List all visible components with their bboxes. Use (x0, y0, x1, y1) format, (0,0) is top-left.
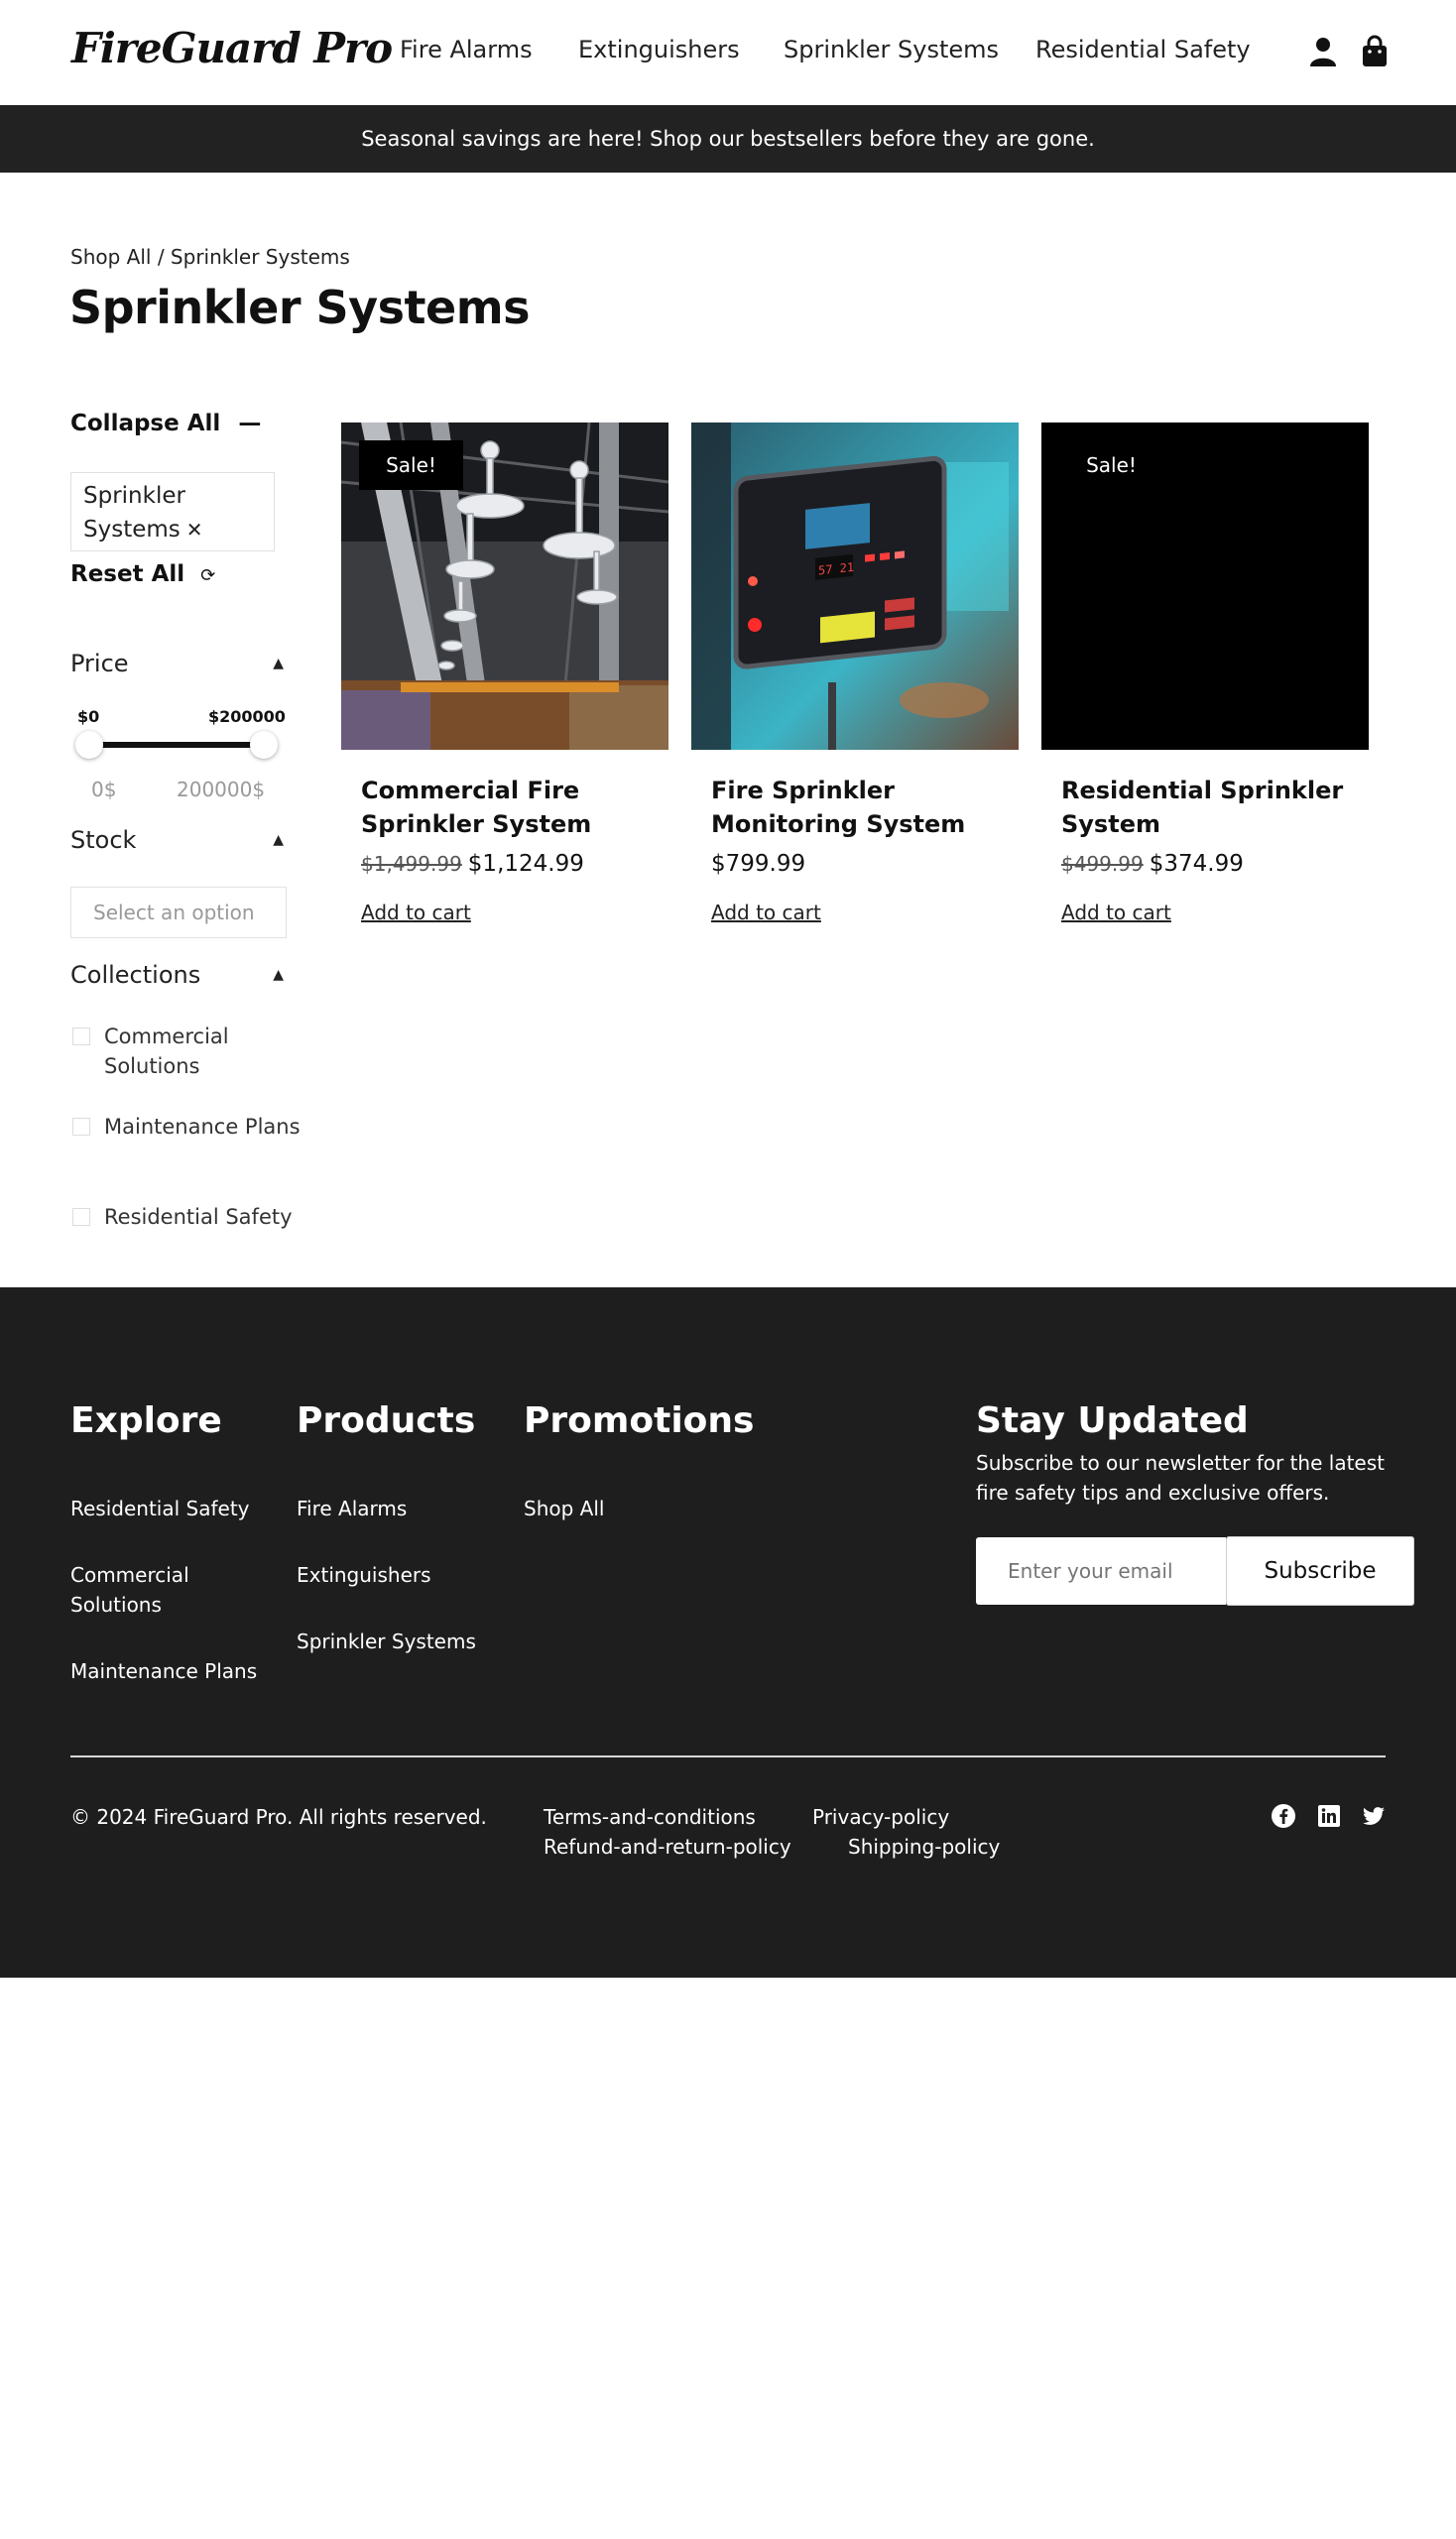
chevron-up-icon: ▲ (273, 967, 284, 983)
nav-extinguishers[interactable]: Extinguishers (578, 36, 740, 63)
add-to-cart-link[interactable]: Add to cart (1061, 901, 1171, 924)
twitter-icon[interactable] (1361, 1803, 1387, 1829)
price-min-handle[interactable] (75, 731, 103, 759)
product-price: $499.99 $374.99 (1061, 851, 1244, 877)
footer-link[interactable]: Commercial Solutions (70, 1560, 229, 1620)
refresh-icon: ⟳ (200, 565, 216, 586)
footer-link[interactable]: Extinguishers (297, 1560, 495, 1590)
collections-filter-toggle[interactable]: Collections ▲ (70, 961, 284, 989)
add-to-cart-link[interactable]: Add to cart (711, 901, 821, 924)
price-range-track[interactable] (87, 742, 264, 748)
footer-divider (70, 1755, 1386, 1757)
announcement-bar: Seasonal savings are here! Shop our best… (0, 105, 1456, 173)
chevron-up-icon: ▲ (273, 656, 284, 671)
price-filter-toggle[interactable]: Price ▲ (70, 650, 284, 677)
checkbox[interactable] (72, 1208, 90, 1226)
footer-link[interactable]: Sprinkler Systems (297, 1627, 495, 1656)
price-filter-label: Price (70, 650, 129, 677)
stock-select[interactable]: Select an option (70, 887, 287, 938)
collections-filter-label: Collections (70, 961, 201, 989)
product-price: $1,499.99 $1,124.99 (361, 851, 584, 877)
legal-link-privacy[interactable]: Privacy-policy (812, 1805, 949, 1829)
sale-badge: Sale! (359, 440, 463, 490)
collection-label: Maintenance Plans (104, 1115, 301, 1139)
breadcrumb: Shop All / Sprinkler Systems (70, 245, 350, 269)
product-image-monitoring-system[interactable]: 57 21 (691, 423, 1019, 750)
nav-sprinkler-systems[interactable]: Sprinkler Systems (784, 36, 999, 63)
footer-heading-newsletter: Stay Updated (976, 1400, 1249, 1441)
linkedin-icon[interactable] (1316, 1803, 1342, 1829)
nav-fire-alarms[interactable]: Fire Alarms (400, 36, 533, 63)
collection-label: Commercial Solutions (104, 1025, 229, 1078)
chevron-up-icon: ▲ (273, 832, 284, 848)
price-max-label: $200000 (208, 707, 286, 726)
add-to-cart-link[interactable]: Add to cart (361, 901, 471, 924)
original-price: $499.99 (1061, 852, 1144, 876)
active-filter-chip: Sprinkler Systems ✕ (70, 472, 275, 551)
checkbox[interactable] (72, 1028, 90, 1045)
newsletter-text: Subscribe to our newsletter for the late… (976, 1451, 1385, 1505)
product-title[interactable]: Residential Sprinkler System (1061, 774, 1379, 841)
facebook-icon[interactable] (1271, 1803, 1296, 1829)
shopping-bag-icon[interactable] (1357, 34, 1393, 69)
footer-link[interactable]: Fire Alarms (297, 1494, 495, 1523)
footer-link[interactable]: Residential Safety (70, 1494, 269, 1523)
collapse-all-label: Collapse All (70, 411, 221, 436)
sale-badge: Sale! (1059, 440, 1163, 490)
subscribe-button[interactable]: Subscribe (1226, 1536, 1414, 1606)
sale-price: $374.99 (1149, 851, 1244, 877)
minus-icon: — (238, 411, 262, 436)
legal-link-shipping[interactable]: Shipping-policy (848, 1835, 1000, 1859)
collapse-all-button[interactable]: Collapse All — (70, 411, 261, 436)
site-header: FireGuard Pro Fire Alarms Extinguishers … (0, 0, 1456, 106)
remove-filter-icon[interactable]: ✕ (186, 518, 203, 542)
nav-residential-safety[interactable]: Residential Safety (1035, 36, 1251, 63)
page-title: Sprinkler Systems (69, 281, 531, 334)
price-min-label: $0 (77, 707, 100, 726)
product-image-commercial-sprinkler[interactable]: Sale! (341, 423, 668, 750)
collection-label: Residential Safety (104, 1205, 293, 1229)
footer-link[interactable]: Shop All (524, 1494, 722, 1523)
price-max-value: 200000$ (177, 778, 266, 801)
product-price: $799.99 (711, 851, 805, 877)
legal-link-terms[interactable]: Terms-and-conditions (544, 1805, 756, 1829)
site-footer: Explore Residential Safety Commercial So… (0, 1287, 1456, 1978)
footer-heading-products: Products (297, 1400, 476, 1441)
product-title[interactable]: Commercial Fire Sprinkler System (361, 774, 678, 841)
legal-link-refund[interactable]: Refund-and-return-policy (544, 1835, 791, 1859)
logo[interactable]: FireGuard Pro (71, 24, 393, 72)
price-max-handle[interactable] (250, 731, 278, 759)
stock-filter-toggle[interactable]: Stock ▲ (70, 826, 284, 854)
product-title[interactable]: Fire Sprinkler Monitoring System (711, 774, 1029, 841)
breadcrumb-separator: / (151, 245, 171, 269)
breadcrumb-current: Sprinkler Systems (170, 245, 350, 269)
sale-price: $1,124.99 (467, 851, 584, 877)
monitoring-panel-photo: 57 21 (691, 423, 1019, 750)
original-price: $1,499.99 (361, 852, 462, 876)
user-icon[interactable] (1305, 34, 1341, 69)
footer-heading-promotions: Promotions (524, 1400, 755, 1441)
reset-all-button[interactable]: Reset All ⟳ (70, 561, 215, 587)
reset-all-label: Reset All (70, 561, 185, 587)
stock-filter-label: Stock (70, 826, 137, 854)
product-image-residential-sprinkler[interactable]: Sale! (1041, 423, 1369, 750)
price-value: $799.99 (711, 851, 806, 877)
checkbox[interactable] (72, 1118, 90, 1136)
active-filter-label: Sprinkler Systems (83, 483, 185, 543)
newsletter-email-input[interactable] (976, 1537, 1226, 1605)
breadcrumb-shop-all[interactable]: Shop All (70, 245, 151, 269)
copyright: © 2024 FireGuard Pro. All rights reserve… (70, 1805, 487, 1829)
footer-heading-explore: Explore (70, 1400, 222, 1441)
footer-link[interactable]: Maintenance Plans (70, 1656, 269, 1686)
price-min-value: 0$ (91, 778, 117, 801)
